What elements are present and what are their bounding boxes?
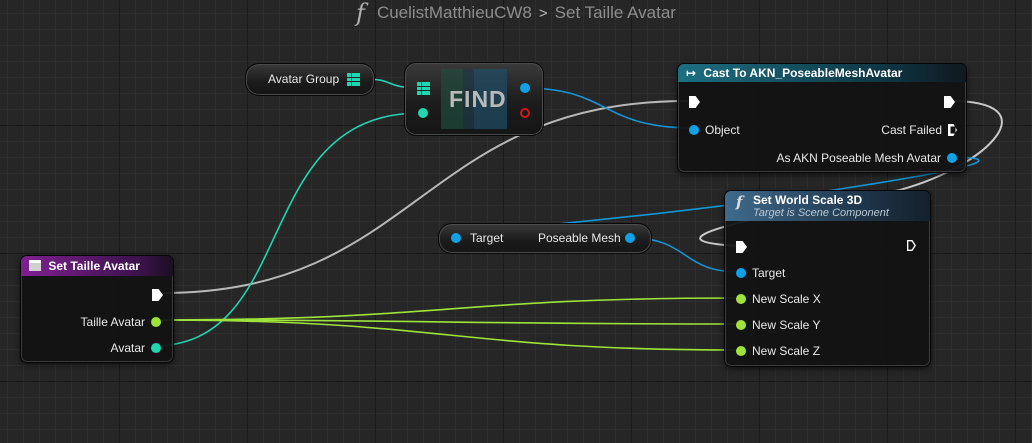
setscale-z-pin[interactable]: New Scale Z (736, 344, 820, 358)
cast-node[interactable]: ↦ Cast To AKN_PoseableMeshAvatar Object … (677, 63, 967, 173)
grid-icon[interactable] (417, 82, 430, 95)
function-entry-title: Set Taille Avatar (48, 259, 140, 273)
breadcrumb-graph-name[interactable]: CuelistMatthieuCW8 (377, 3, 532, 23)
function-icon: f (736, 193, 743, 211)
setscale-x-pin[interactable]: New Scale X (736, 292, 821, 306)
setscale-x-label: New Scale X (752, 292, 821, 306)
setscale-y-pin[interactable]: New Scale Y (736, 318, 820, 332)
cast-failed-exec-icon[interactable] (948, 124, 957, 136)
entry-avatar-pin-dot[interactable] (151, 343, 161, 353)
entry-exec-out-pin[interactable] (152, 289, 163, 301)
avatar-group-label: Avatar Group (268, 72, 340, 86)
cast-as-label: As AKN Poseable Mesh Avatar (776, 151, 941, 165)
setscale-y-label: New Scale Y (752, 318, 821, 332)
cast-as-pin[interactable]: As AKN Poseable Mesh Avatar (776, 151, 957, 165)
setscale-exec-out-pin[interactable] (907, 240, 916, 251)
setscale-y-pin-dot[interactable] (736, 320, 746, 330)
find-output-pin[interactable] (520, 83, 530, 93)
find-found-pin[interactable] (520, 108, 530, 118)
cast-failed-pin[interactable]: Cast Failed (881, 123, 957, 137)
breadcrumb-separator: > (538, 4, 548, 22)
function-icon: f (356, 0, 365, 27)
setscale-exec-in-pin[interactable] (736, 241, 747, 253)
struct-wire-avatar-to-find (152, 112, 421, 347)
getter-target-label: Target (470, 231, 504, 245)
set-world-scale-header[interactable]: f Set World Scale 3D Target is Scene Com… (725, 191, 930, 221)
set-world-scale-title: Set World Scale 3D (753, 193, 863, 207)
cast-node-header[interactable]: ↦ Cast To AKN_PoseableMeshAvatar (678, 64, 966, 82)
cast-arrow-icon: ↦ (686, 66, 697, 80)
entry-taille-pin-dot[interactable] (151, 317, 161, 327)
getter-target-pin[interactable] (451, 233, 461, 243)
cast-failed-label: Cast Failed (881, 123, 942, 137)
entry-avatar-label: Avatar (110, 341, 145, 355)
entry-avatar-pin[interactable]: Avatar (111, 341, 161, 355)
entry-taille-pin[interactable]: Taille Avatar (81, 315, 161, 329)
find-node-label: FIND (449, 86, 507, 112)
setscale-target-pin-dot[interactable] (736, 268, 746, 278)
breadcrumb: f CuelistMatthieuCW8 > Set Taille Avatar (0, 0, 1032, 27)
breadcrumb-function-name[interactable]: Set Taille Avatar (555, 3, 676, 23)
poseable-mesh-getter-node[interactable]: Target Poseable Mesh (438, 223, 652, 254)
cast-object-pin[interactable]: Object (689, 123, 740, 137)
cast-exec-out-pin[interactable] (944, 96, 955, 108)
cast-object-label: Object (705, 123, 740, 137)
cast-as-pin-dot[interactable] (947, 153, 957, 163)
function-entry-icon (29, 260, 41, 271)
function-entry-header[interactable]: Set Taille Avatar (21, 256, 173, 276)
setscale-target-label: Target (752, 266, 786, 280)
setscale-z-pin-dot[interactable] (736, 346, 746, 356)
find-item-input-pin[interactable] (418, 108, 428, 118)
getter-output-pin[interactable] (625, 233, 635, 243)
cast-exec-in-pin[interactable] (689, 96, 700, 108)
grid-icon[interactable] (347, 73, 360, 86)
setscale-target-pin[interactable]: Target (736, 266, 785, 280)
setscale-z-label: New Scale Z (752, 344, 821, 358)
entry-taille-label: Taille Avatar (80, 315, 145, 329)
float-wire-to-x (152, 297, 741, 321)
set-world-scale-node[interactable]: f Set World Scale 3D Target is Scene Com… (724, 190, 931, 367)
cast-node-title: Cast To AKN_PoseableMeshAvatar (703, 66, 903, 80)
avatar-group-node[interactable]: Avatar Group (245, 63, 375, 96)
cast-object-pin-dot[interactable] (689, 125, 699, 135)
set-world-scale-subtitle: Target is Scene Component (753, 207, 889, 219)
function-entry-node[interactable]: Set Taille Avatar Taille Avatar Avatar (20, 255, 174, 363)
setscale-x-pin-dot[interactable] (736, 294, 746, 304)
getter-output-label: Poseable Mesh (538, 231, 621, 245)
find-node[interactable]: FIND (404, 62, 544, 136)
